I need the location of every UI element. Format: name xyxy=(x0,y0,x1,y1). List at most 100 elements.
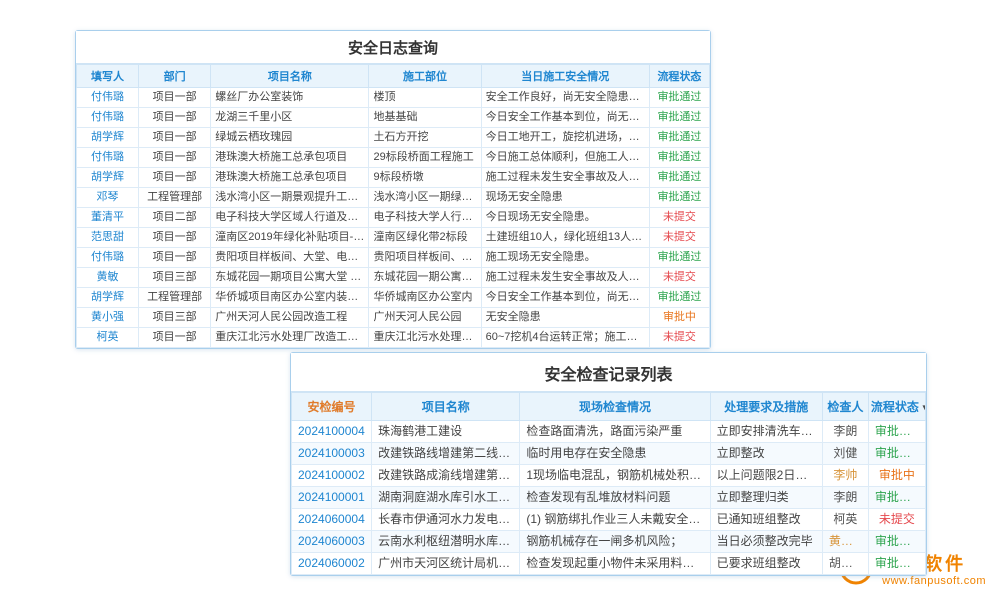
check-col-flow-status-label: 流程状态 xyxy=(871,400,919,414)
log-table-row[interactable]: 董清平项目二部电子科技大学区域人行道及非机动车道工程电子科技大学人行道及非...… xyxy=(77,208,710,228)
log-table-row[interactable]: 范思甜项目一部潼南区2019年绿化补贴项目-施工2标段潼南区绿化带2标段土建班组… xyxy=(77,228,710,248)
check-flow-status[interactable]: 审批通过 xyxy=(868,531,925,553)
log-flow-status[interactable]: 未提交 xyxy=(649,268,709,288)
check-flow-status[interactable]: 审批通过 xyxy=(868,553,925,575)
log-flow-status[interactable]: 未提交 xyxy=(649,328,709,348)
check-number-cell[interactable]: 2024060003 xyxy=(292,531,372,553)
check-inspector-cell[interactable]: 李朗 xyxy=(822,421,868,443)
check-project-cell: 湖南洞庭湖水库引水工程施... xyxy=(372,487,520,509)
log-writer-cell[interactable]: 胡学辉 xyxy=(77,128,139,148)
check-inspector-cell[interactable]: 李朗 xyxy=(822,487,868,509)
log-writer-cell[interactable]: 柯英 xyxy=(77,328,139,348)
log-flow-status[interactable]: 审批通过 xyxy=(649,148,709,168)
log-table-row[interactable]: 胡学辉工程管理部华侨城项目南区办公室内装修工程华侨城南区办公室内今日安全工作基本… xyxy=(77,288,710,308)
check-flow-status[interactable]: 审批通过 xyxy=(868,443,925,465)
check-inspector-cell[interactable]: 胡学辉 xyxy=(822,553,868,575)
check-col-number: 安检编号 xyxy=(292,393,372,421)
log-writer-cell[interactable]: 付伟璐 xyxy=(77,88,139,108)
safety-check-list-title: 安全检查记录列表 xyxy=(291,353,926,392)
safety-check-table: 安检编号 项目名称 现场检查情况 处理要求及措施 检查人 流程状态▼ 20241… xyxy=(291,392,926,575)
check-table-row[interactable]: 2024060002广州市天河区统计局机房改...检查发现起重小物件未采用料斗装… xyxy=(292,553,926,575)
log-table-row[interactable]: 胡学辉项目一部绿城云栖玫瑰园土石方开挖今日工地开工，旋挖机进场，对旋挖机...审… xyxy=(77,128,710,148)
check-number-cell[interactable]: 2024100003 xyxy=(292,443,372,465)
check-table-row[interactable]: 2024100003改建铁路线增建第二线直通...临时用电存在安全隐患立即整改刘… xyxy=(292,443,926,465)
log-writer-cell[interactable]: 黄小强 xyxy=(77,308,139,328)
log-writer-cell[interactable]: 胡学辉 xyxy=(77,288,139,308)
log-writer-cell[interactable]: 付伟璐 xyxy=(77,108,139,128)
log-department-cell: 项目一部 xyxy=(139,128,211,148)
log-flow-status[interactable]: 审批通过 xyxy=(649,108,709,128)
safety-log-table: 填写人 部门 项目名称 施工部位 当日施工安全情况 流程状态 付伟璐项目一部螺丝… xyxy=(76,64,710,348)
check-inspector-cell[interactable]: 黄小强 xyxy=(822,531,868,553)
check-flow-status[interactable]: 审批通过 xyxy=(868,421,925,443)
check-col-inspection: 现场检查情况 xyxy=(520,393,710,421)
check-table-row[interactable]: 2024100002改建铁路成渝线增建第二直...1现场临电混乱，钢筋机械处积水… xyxy=(292,465,926,487)
log-department-cell: 项目一部 xyxy=(139,228,211,248)
log-department-cell: 项目一部 xyxy=(139,108,211,128)
check-flow-status[interactable]: 审批中 xyxy=(868,465,925,487)
log-table-row[interactable]: 付伟璐项目一部螺丝厂办公室装饰楼顶安全工作良好，尚无安全隐患存在审批通过 xyxy=(77,88,710,108)
log-writer-cell[interactable]: 付伟璐 xyxy=(77,248,139,268)
check-inspector-cell[interactable]: 柯英 xyxy=(822,509,868,531)
check-flow-status[interactable]: 未提交 xyxy=(868,509,925,531)
check-table-row[interactable]: 2024100001湖南洞庭湖水库引水工程施...检查发现有乱堆放材料问题立即整… xyxy=(292,487,926,509)
flow-status-filter-icon[interactable]: ▼ xyxy=(921,403,926,412)
check-number-cell[interactable]: 2024060002 xyxy=(292,553,372,575)
log-department-cell: 项目一部 xyxy=(139,328,211,348)
log-situation-cell: 无安全隐患 xyxy=(481,308,649,328)
log-project-cell: 浅水湾小区一期景观提升工程施工 xyxy=(211,188,369,208)
check-number-cell[interactable]: 2024100001 xyxy=(292,487,372,509)
log-table-row[interactable]: 付伟璐项目一部港珠澳大桥施工总承包项目29标段桥面工程施工今日施工总体顺利，但施… xyxy=(77,148,710,168)
log-project-cell: 重庆江北污水处理厂改造工程-道路修复 xyxy=(211,328,369,348)
log-part-cell: 9标段桥墩 xyxy=(369,168,481,188)
log-department-cell: 项目一部 xyxy=(139,88,211,108)
check-table-row[interactable]: 2024060004长春市伊通河水力发电厂改...(1) 钢筋绑扎作业三人未戴安… xyxy=(292,509,926,531)
log-table-row[interactable]: 黄小强项目三部广州天河人民公园改造工程广州天河人民公园无安全隐患审批中 xyxy=(77,308,710,328)
log-writer-cell[interactable]: 范思甜 xyxy=(77,228,139,248)
log-writer-cell[interactable]: 付伟璐 xyxy=(77,148,139,168)
log-flow-status[interactable]: 审批通过 xyxy=(649,128,709,148)
check-flow-status[interactable]: 审批通过 xyxy=(868,487,925,509)
check-inspector-cell[interactable]: 刘健 xyxy=(822,443,868,465)
check-measure-cell: 当日必须整改完毕 xyxy=(710,531,822,553)
log-writer-cell[interactable]: 董清平 xyxy=(77,208,139,228)
check-number-cell[interactable]: 2024100004 xyxy=(292,421,372,443)
log-flow-status[interactable]: 审批通过 xyxy=(649,248,709,268)
log-flow-status[interactable]: 审批通过 xyxy=(649,288,709,308)
log-situation-cell: 今日现场无安全隐患。 xyxy=(481,208,649,228)
log-part-cell: 地基基础 xyxy=(369,108,481,128)
check-table-row[interactable]: 2024060003云南水利枢纽潜明水库一期...钢筋机械存在一闸多机风险；当日… xyxy=(292,531,926,553)
log-flow-status[interactable]: 未提交 xyxy=(649,228,709,248)
check-number-cell[interactable]: 2024060004 xyxy=(292,509,372,531)
log-writer-cell[interactable]: 胡学辉 xyxy=(77,168,139,188)
check-inspector-cell[interactable]: 李帅 xyxy=(822,465,868,487)
check-project-cell: 长春市伊通河水力发电厂改... xyxy=(372,509,520,531)
log-table-row[interactable]: 付伟璐项目一部贵阳项目样板间、大堂、电梯厅装修工程贵阳项目样板间、大堂、...施… xyxy=(77,248,710,268)
log-table-row[interactable]: 黄敏项目三部东城花园一期项目公寓大堂 装饰工程东城花园一期公寓大堂施工过程未发生… xyxy=(77,268,710,288)
check-header-row: 安检编号 项目名称 现场检查情况 处理要求及措施 检查人 流程状态▼ xyxy=(292,393,926,421)
log-table-row[interactable]: 付伟璐项目一部龙湖三千里小区地基基础今日安全工作基本到位，尚无安全隐患。审批通过 xyxy=(77,108,710,128)
log-col-part: 施工部位 xyxy=(369,65,481,88)
log-table-row[interactable]: 胡学辉项目一部港珠澳大桥施工总承包项目9标段桥墩施工过程未发生安全事故及人员受伤… xyxy=(77,168,710,188)
log-flow-status[interactable]: 审批通过 xyxy=(649,88,709,108)
log-table-row[interactable]: 邓琴工程管理部浅水湾小区一期景观提升工程施工浅水湾小区一期绿化地现场无安全隐患审… xyxy=(77,188,710,208)
log-table-row[interactable]: 柯英项目一部重庆江北污水处理厂改造工程-道路修复重庆江北污水处理厂内部...60… xyxy=(77,328,710,348)
check-table-row[interactable]: 2024100004珠海鹤港工建设检查路面清洗，路面污染严重立即安排清洗车清洗李… xyxy=(292,421,926,443)
check-measure-cell: 已通知班组整改 xyxy=(710,509,822,531)
safety-check-list-panel: 安全检查记录列表 安检编号 项目名称 现场检查情况 处理要求及措施 检查人 流程… xyxy=(290,352,927,576)
check-col-project: 项目名称 xyxy=(372,393,520,421)
log-situation-cell: 施工过程未发生安全事故及人员受伤情况 xyxy=(481,268,649,288)
log-flow-status[interactable]: 审批通过 xyxy=(649,188,709,208)
check-number-cell[interactable]: 2024100002 xyxy=(292,465,372,487)
check-col-flow-status: 流程状态▼ xyxy=(868,393,925,421)
log-writer-cell[interactable]: 黄敏 xyxy=(77,268,139,288)
log-department-cell: 项目一部 xyxy=(139,168,211,188)
log-flow-status[interactable]: 审批中 xyxy=(649,308,709,328)
check-col-measure: 处理要求及措施 xyxy=(710,393,822,421)
log-situation-cell: 今日安全工作基本到位，尚无安全隐患。 xyxy=(481,288,649,308)
log-flow-status[interactable]: 未提交 xyxy=(649,208,709,228)
brand-website[interactable]: www.fanpusoft.com xyxy=(882,575,986,588)
log-writer-cell[interactable]: 邓琴 xyxy=(77,188,139,208)
log-flow-status[interactable]: 审批通过 xyxy=(649,168,709,188)
log-project-cell: 螺丝厂办公室装饰 xyxy=(211,88,369,108)
